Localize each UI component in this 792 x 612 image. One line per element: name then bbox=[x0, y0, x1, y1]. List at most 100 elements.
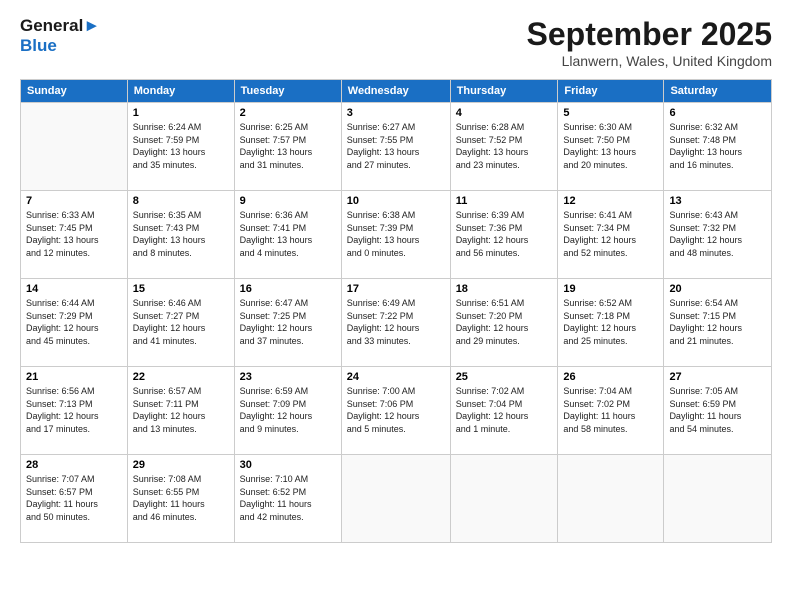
day-number: 6 bbox=[669, 107, 766, 119]
day-info: Sunrise: 7:10 AM Sunset: 6:52 PM Dayligh… bbox=[240, 473, 336, 523]
col-sunday: Sunday bbox=[21, 80, 128, 103]
day-info: Sunrise: 6:32 AM Sunset: 7:48 PM Dayligh… bbox=[669, 121, 766, 171]
day-number: 25 bbox=[456, 371, 553, 383]
calendar-cell: 13 Sunrise: 6:43 AM Sunset: 7:32 PM Dayli… bbox=[664, 191, 772, 279]
day-number: 13 bbox=[669, 195, 766, 207]
day-info: Sunrise: 6:43 AM Sunset: 7:32 PM Dayligh… bbox=[669, 209, 766, 259]
day-info: Sunrise: 6:33 AM Sunset: 7:45 PM Dayligh… bbox=[26, 209, 122, 259]
day-info: Sunrise: 6:46 AM Sunset: 7:27 PM Dayligh… bbox=[133, 297, 229, 347]
calendar-cell: 14 Sunrise: 6:44 AM Sunset: 7:29 PM Dayli… bbox=[21, 279, 128, 367]
calendar-cell: 5 Sunrise: 6:30 AM Sunset: 7:50 PM Daylig… bbox=[558, 103, 664, 191]
calendar-cell: 18 Sunrise: 6:51 AM Sunset: 7:20 PM Dayli… bbox=[450, 279, 558, 367]
day-number: 19 bbox=[563, 283, 658, 295]
logo-line2: Blue bbox=[20, 36, 100, 56]
day-info: Sunrise: 6:56 AM Sunset: 7:13 PM Dayligh… bbox=[26, 385, 122, 435]
calendar-cell: 26 Sunrise: 7:04 AM Sunset: 7:02 PM Dayli… bbox=[558, 367, 664, 455]
calendar-cell bbox=[664, 455, 772, 543]
calendar-cell: 3Sunrise: 6:27 AM Sunset: 7:55 PM Daylig… bbox=[341, 103, 450, 191]
calendar-cell: 6 Sunrise: 6:32 AM Sunset: 7:48 PM Daylig… bbox=[664, 103, 772, 191]
day-info: Sunrise: 6:57 AM Sunset: 7:11 PM Dayligh… bbox=[133, 385, 229, 435]
col-saturday: Saturday bbox=[664, 80, 772, 103]
day-number: 20 bbox=[669, 283, 766, 295]
calendar-cell: 12Sunrise: 6:41 AM Sunset: 7:34 PM Dayli… bbox=[558, 191, 664, 279]
calendar-week-4: 28 Sunrise: 7:07 AM Sunset: 6:57 PM Dayli… bbox=[21, 455, 772, 543]
day-info: Sunrise: 6:30 AM Sunset: 7:50 PM Dayligh… bbox=[563, 121, 658, 171]
day-info: Sunrise: 6:47 AM Sunset: 7:25 PM Dayligh… bbox=[240, 297, 336, 347]
day-info: Sunrise: 6:38 AM Sunset: 7:39 PM Dayligh… bbox=[347, 209, 445, 259]
day-info: Sunrise: 6:52 AM Sunset: 7:18 PM Dayligh… bbox=[563, 297, 658, 347]
day-number: 28 bbox=[26, 459, 122, 471]
calendar-cell: 28 Sunrise: 7:07 AM Sunset: 6:57 PM Dayli… bbox=[21, 455, 128, 543]
col-tuesday: Tuesday bbox=[234, 80, 341, 103]
day-info: Sunrise: 6:39 AM Sunset: 7:36 PM Dayligh… bbox=[456, 209, 553, 259]
day-number: 5 bbox=[563, 107, 658, 119]
day-info: Sunrise: 6:44 AM Sunset: 7:29 PM Dayligh… bbox=[26, 297, 122, 347]
day-info: Sunrise: 6:24 AM Sunset: 7:59 PM Dayligh… bbox=[133, 121, 229, 171]
day-info: Sunrise: 6:28 AM Sunset: 7:52 PM Dayligh… bbox=[456, 121, 553, 171]
calendar-cell bbox=[21, 103, 128, 191]
day-number: 18 bbox=[456, 283, 553, 295]
day-number: 9 bbox=[240, 195, 336, 207]
day-info: Sunrise: 6:51 AM Sunset: 7:20 PM Dayligh… bbox=[456, 297, 553, 347]
day-number: 7 bbox=[26, 195, 122, 207]
day-number: 27 bbox=[669, 371, 766, 383]
day-number: 11 bbox=[456, 195, 553, 207]
calendar-cell: 4 Sunrise: 6:28 AM Sunset: 7:52 PM Daylig… bbox=[450, 103, 558, 191]
day-number: 30 bbox=[240, 459, 336, 471]
col-thursday: Thursday bbox=[450, 80, 558, 103]
calendar-cell: 8 Sunrise: 6:35 AM Sunset: 7:43 PM Daylig… bbox=[127, 191, 234, 279]
day-number: 15 bbox=[133, 283, 229, 295]
calendar-header-row: Sunday Monday Tuesday Wednesday Thursday… bbox=[21, 80, 772, 103]
day-number: 2 bbox=[240, 107, 336, 119]
day-info: Sunrise: 6:54 AM Sunset: 7:15 PM Dayligh… bbox=[669, 297, 766, 347]
day-number: 23 bbox=[240, 371, 336, 383]
day-number: 17 bbox=[347, 283, 445, 295]
calendar-week-2: 14 Sunrise: 6:44 AM Sunset: 7:29 PM Dayli… bbox=[21, 279, 772, 367]
calendar: Sunday Monday Tuesday Wednesday Thursday… bbox=[20, 79, 772, 543]
calendar-cell: 29Sunrise: 7:08 AM Sunset: 6:55 PM Dayli… bbox=[127, 455, 234, 543]
calendar-cell: 21Sunrise: 6:56 AM Sunset: 7:13 PM Dayli… bbox=[21, 367, 128, 455]
day-number: 4 bbox=[456, 107, 553, 119]
calendar-cell: 16 Sunrise: 6:47 AM Sunset: 7:25 PM Dayli… bbox=[234, 279, 341, 367]
title-section: September 2025 Llanwern, Wales, United K… bbox=[527, 16, 772, 69]
day-number: 10 bbox=[347, 195, 445, 207]
calendar-cell: 23 Sunrise: 6:59 AM Sunset: 7:09 PM Dayli… bbox=[234, 367, 341, 455]
day-number: 14 bbox=[26, 283, 122, 295]
day-info: Sunrise: 6:36 AM Sunset: 7:41 PM Dayligh… bbox=[240, 209, 336, 259]
logo: General► Blue bbox=[20, 16, 100, 55]
calendar-cell: 25Sunrise: 7:02 AM Sunset: 7:04 PM Dayli… bbox=[450, 367, 558, 455]
calendar-week-1: 7 Sunrise: 6:33 AM Sunset: 7:45 PM Daylig… bbox=[21, 191, 772, 279]
day-number: 12 bbox=[563, 195, 658, 207]
day-info: Sunrise: 7:04 AM Sunset: 7:02 PM Dayligh… bbox=[563, 385, 658, 435]
calendar-cell bbox=[341, 455, 450, 543]
day-number: 8 bbox=[133, 195, 229, 207]
day-info: Sunrise: 6:25 AM Sunset: 7:57 PM Dayligh… bbox=[240, 121, 336, 171]
day-number: 16 bbox=[240, 283, 336, 295]
day-number: 1 bbox=[133, 107, 229, 119]
calendar-cell bbox=[558, 455, 664, 543]
location: Llanwern, Wales, United Kingdom bbox=[527, 53, 772, 69]
day-info: Sunrise: 6:59 AM Sunset: 7:09 PM Dayligh… bbox=[240, 385, 336, 435]
day-info: Sunrise: 7:05 AM Sunset: 6:59 PM Dayligh… bbox=[669, 385, 766, 435]
col-wednesday: Wednesday bbox=[341, 80, 450, 103]
page-header: General► Blue September 2025 Llanwern, W… bbox=[20, 16, 772, 69]
calendar-cell: 11 Sunrise: 6:39 AM Sunset: 7:36 PM Dayli… bbox=[450, 191, 558, 279]
col-monday: Monday bbox=[127, 80, 234, 103]
day-number: 22 bbox=[133, 371, 229, 383]
calendar-week-3: 21Sunrise: 6:56 AM Sunset: 7:13 PM Dayli… bbox=[21, 367, 772, 455]
calendar-cell: 20 Sunrise: 6:54 AM Sunset: 7:15 PM Dayli… bbox=[664, 279, 772, 367]
day-info: Sunrise: 7:07 AM Sunset: 6:57 PM Dayligh… bbox=[26, 473, 122, 523]
calendar-cell bbox=[450, 455, 558, 543]
day-number: 26 bbox=[563, 371, 658, 383]
day-info: Sunrise: 6:35 AM Sunset: 7:43 PM Dayligh… bbox=[133, 209, 229, 259]
calendar-cell: 10 Sunrise: 6:38 AM Sunset: 7:39 PM Dayli… bbox=[341, 191, 450, 279]
day-info: Sunrise: 7:00 AM Sunset: 7:06 PM Dayligh… bbox=[347, 385, 445, 435]
calendar-cell: 1 Sunrise: 6:24 AM Sunset: 7:59 PM Daylig… bbox=[127, 103, 234, 191]
calendar-cell: 17Sunrise: 6:49 AM Sunset: 7:22 PM Dayli… bbox=[341, 279, 450, 367]
logo-line1: General► bbox=[20, 16, 100, 36]
calendar-cell: 7 Sunrise: 6:33 AM Sunset: 7:45 PM Daylig… bbox=[21, 191, 128, 279]
calendar-cell: 19 Sunrise: 6:52 AM Sunset: 7:18 PM Dayli… bbox=[558, 279, 664, 367]
calendar-cell: 9 Sunrise: 6:36 AM Sunset: 7:41 PM Daylig… bbox=[234, 191, 341, 279]
col-friday: Friday bbox=[558, 80, 664, 103]
day-number: 24 bbox=[347, 371, 445, 383]
